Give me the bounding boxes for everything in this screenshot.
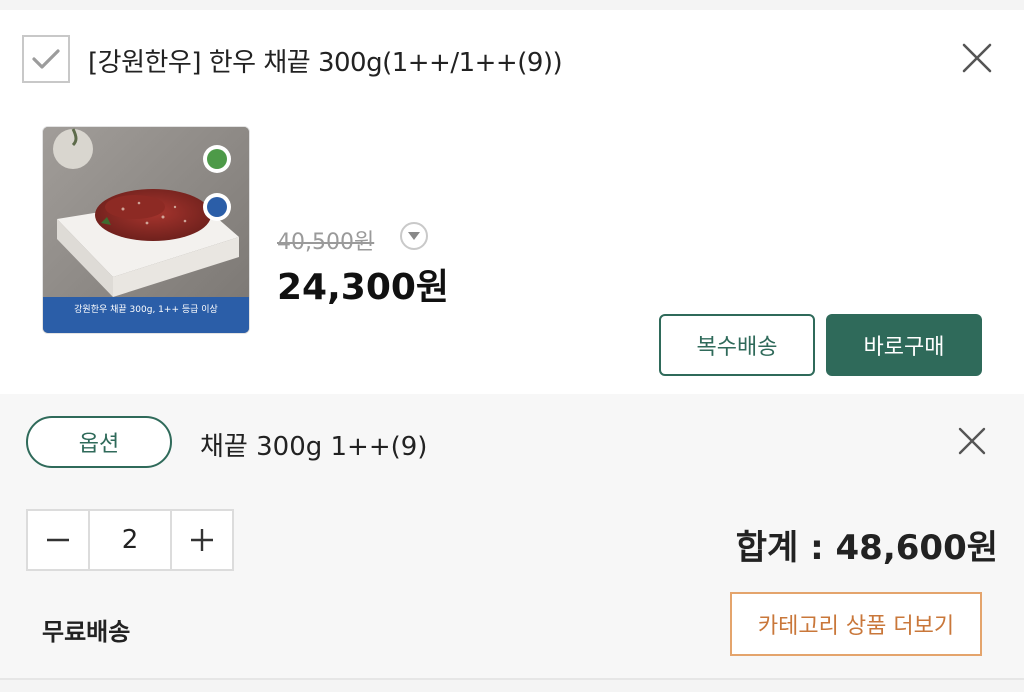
sale-price: 24,300원	[277, 267, 450, 308]
price-detail-toggle[interactable]	[400, 222, 428, 250]
shipping-label: 무료배송	[42, 618, 131, 646]
original-price: 40,500원	[277, 230, 375, 255]
remove-product-button[interactable]	[957, 38, 997, 78]
option-badge: 옵션	[26, 416, 172, 468]
product-thumbnail[interactable]: 강원한우 채끝 300g, 1++ 등급 이상	[42, 126, 250, 334]
quantity-stepper: 2	[26, 509, 234, 571]
total-price: 합계 : 48,600원	[735, 528, 998, 568]
checkmark-icon	[32, 49, 60, 69]
close-icon	[962, 43, 992, 73]
remove-option-button[interactable]	[952, 421, 992, 461]
product-title: [강원한우] 한우 채끝 300g(1++/1++(9))	[88, 48, 563, 78]
plus-icon	[191, 529, 213, 551]
category-more-button[interactable]: 카테고리 상품 더보기	[730, 592, 982, 656]
divider	[0, 678, 1024, 680]
multi-delivery-button[interactable]: 복수배송	[659, 314, 815, 376]
minus-icon	[47, 538, 69, 542]
thumbnail-caption: 강원한우 채끝 300g, 1++ 등급 이상	[74, 305, 218, 315]
option-name: 채끝 300g 1++(9)	[200, 432, 428, 462]
quantity-value[interactable]: 2	[88, 511, 172, 569]
select-checkbox[interactable]	[22, 35, 70, 83]
buy-now-button[interactable]: 바로구매	[826, 314, 982, 376]
close-icon	[958, 427, 986, 455]
decrease-quantity-button[interactable]	[28, 511, 88, 569]
chevron-down-icon	[408, 232, 420, 240]
increase-quantity-button[interactable]	[172, 511, 232, 569]
